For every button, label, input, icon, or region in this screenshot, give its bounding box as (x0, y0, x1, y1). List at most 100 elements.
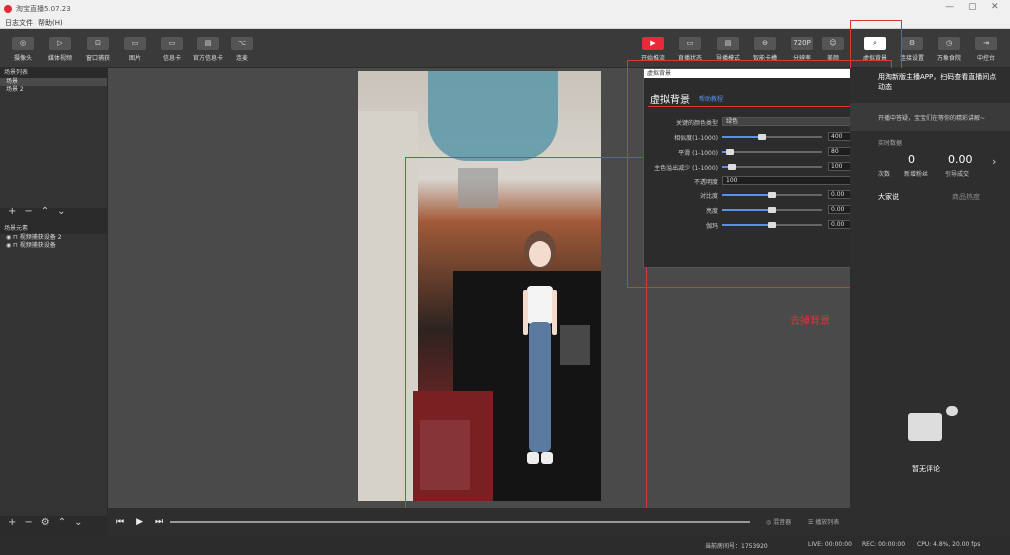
beauty-icon: ☺ (822, 37, 844, 50)
source-controls: + − ⚙ ⌃ ⌄ (8, 517, 83, 528)
title-bar: 淘宝直播5.07.23 — ▢ ✕ (0, 0, 1010, 17)
similarity-row: 相似度(1-1000) 400 (644, 132, 878, 142)
scene-item[interactable]: 场景 (0, 78, 107, 86)
scene-item[interactable]: 场景 2 (0, 86, 107, 94)
room-number: 当前房间号：1753920 (705, 543, 768, 550)
start-stream-button[interactable]: ▶ 开始推流 (638, 37, 668, 62)
source-item[interactable]: ◉ ⊓ 视频捕获设备 (0, 242, 107, 250)
selection-box[interactable] (405, 157, 647, 537)
brightness-slider[interactable] (722, 207, 822, 213)
spill-slider[interactable] (722, 164, 822, 170)
play-icon[interactable]: ▶ (136, 517, 143, 527)
playlist-button[interactable]: ☰ 播放列表 (808, 517, 839, 526)
opacity-input[interactable]: 100 (722, 176, 864, 185)
remove-scene-icon[interactable]: − (24, 206, 32, 217)
rec-timer: REC: 00:00:00 (862, 541, 906, 548)
lock-icon[interactable]: ⊓ (13, 234, 18, 241)
director-mode-button[interactable]: ▤ 导播模式 (713, 37, 743, 62)
menu-log[interactable]: 日志文件 (5, 18, 33, 28)
source-item[interactable]: ◉ ⊓ 视频捕获设备 2 (0, 234, 107, 242)
smooth-row: 平滑 (1-1000) 80 (644, 147, 878, 157)
gamma-slider[interactable] (722, 222, 822, 228)
lock-icon[interactable]: ⊓ (13, 242, 18, 249)
help-link[interactable]: 帮助教程 (699, 94, 723, 103)
media-video-button[interactable]: ▷ 媒体视频 (45, 37, 75, 62)
stat-value: 0.00 (948, 153, 973, 166)
play-icon: ▷ (49, 37, 71, 50)
dialog-header: 虚拟背景 (650, 95, 690, 106)
prev-icon[interactable]: ⏮ (116, 517, 124, 527)
close-button[interactable]: ✕ (991, 2, 999, 12)
tip-text: 开播中答疑，宝宝们在等你的精彩讲解~ (878, 115, 986, 122)
chevron-right-icon[interactable]: › (992, 155, 996, 168)
move-up-icon[interactable]: ⌃ (41, 206, 49, 217)
menu-help[interactable]: 帮助(H) (38, 18, 63, 28)
data-label: 实时数据 (878, 140, 903, 147)
virtual-bg-dialog: 虚拟背景 x 虚拟背景 帮助教程 关键的颜色类型 绿色 相似度(1-1000) … (643, 68, 879, 268)
contrast-row: 对比度 0.00 (644, 190, 878, 200)
key-color-row: 关键的颜色类型 绿色 (644, 117, 878, 127)
start-stream-icon: ▶ (642, 37, 664, 50)
tab-product-heat[interactable]: 商品热度 (952, 192, 980, 202)
image-button[interactable]: ▭ 图片 (120, 37, 150, 62)
progress-track[interactable] (170, 521, 750, 523)
camera-icon: ◎ (12, 37, 34, 50)
wanxiang-button[interactable]: ◷ 万象食院 (934, 37, 964, 62)
empty-comment-icon (908, 413, 942, 441)
highlight-box-toolbar (850, 20, 902, 70)
next-icon[interactable]: ⏭ (155, 517, 163, 527)
gear-icon[interactable]: ⚙ (41, 517, 50, 528)
maximize-button[interactable]: ▢ (968, 2, 977, 12)
add-scene-icon[interactable]: + (8, 206, 16, 217)
minimize-button[interactable]: — (945, 2, 954, 12)
stat-value: 0 (908, 153, 915, 166)
scene-list-panel: 场景列表 场景 场景 2 (0, 68, 107, 208)
link-mic-button[interactable]: ⌥ 连麦 (227, 37, 257, 62)
empty-comment-text: 暂无评论 (912, 465, 940, 473)
move-down-icon[interactable]: ⌄ (74, 517, 82, 528)
status-icon: ▭ (679, 37, 701, 50)
divider (648, 106, 876, 107)
eye-icon[interactable]: ◉ (6, 234, 11, 241)
promo-text: 用淘新版主播APP，扫码查看直播间点动态 (878, 73, 997, 91)
resolution-button[interactable]: 720P 分辨率 (787, 37, 817, 62)
beauty-button[interactable]: ☺ 美颜 (818, 37, 848, 62)
annotation-label: 去掉背景 (790, 316, 830, 327)
clock-icon: ◷ (938, 37, 960, 50)
console-button[interactable]: ⇥ 中控台 (971, 37, 1001, 62)
stat-label: 次数 (878, 171, 891, 178)
move-down-icon[interactable]: ⌄ (57, 206, 65, 217)
dialog-titlebar: 虚拟背景 x (644, 69, 878, 78)
link-mic-icon: ⌥ (231, 37, 253, 50)
camera-button[interactable]: ◎ 摄像头 (8, 37, 38, 62)
audio-mixer-button[interactable]: ◎ 混音器 (766, 517, 791, 526)
right-panel: 用淘新版主播APP，扫码查看直播间点动态 开播中答疑，宝宝们在等你的精彩讲解~ … (850, 68, 1010, 536)
stat-label: 新增粉丝 (904, 171, 929, 178)
eye-icon[interactable]: ◉ (6, 242, 11, 249)
stat-label: 引导成交 (945, 171, 970, 178)
card-icon: ▭ (161, 37, 183, 50)
window-capture-button[interactable]: ⊡ 窗口捕获 (83, 37, 113, 62)
scene-list-title: 场景列表 (0, 68, 107, 78)
window-icon: ⊡ (87, 37, 109, 50)
contrast-slider[interactable] (722, 192, 822, 198)
smart-slot-icon: ⊖ (754, 37, 776, 50)
smooth-slider[interactable] (722, 149, 822, 155)
add-source-icon[interactable]: + (8, 517, 16, 528)
opacity-row: 不透明度 100 (644, 176, 878, 186)
scene-controls: + − ⌃ ⌄ (8, 206, 66, 217)
info-card-button[interactable]: ▭ 信息卡 (157, 37, 187, 62)
official-card-button[interactable]: ▤ 官方信息卡 (193, 37, 223, 62)
gamma-row: 伽玛 0.00 (644, 220, 878, 230)
smart-slot-button[interactable]: ⊖ 智能卡槽 (750, 37, 780, 62)
remove-source-icon[interactable]: − (24, 517, 32, 528)
settings-icon: ⚙ (901, 37, 923, 50)
cpu-fps: CPU: 4.8%, 20.00 fps (917, 541, 981, 548)
move-up-icon[interactable]: ⌃ (58, 517, 66, 528)
live-status-button[interactable]: ▭ 直播状态 (675, 37, 705, 62)
resolution-icon: 720P (791, 37, 813, 50)
tab-comments[interactable]: 大家说 (878, 192, 899, 202)
similarity-slider[interactable] (722, 134, 822, 140)
source-list-title: 场景元素 (0, 224, 107, 234)
playback-bar: ⏮ ▶ ⏭ ◎ 混音器 ☰ 播放列表 (108, 508, 850, 536)
